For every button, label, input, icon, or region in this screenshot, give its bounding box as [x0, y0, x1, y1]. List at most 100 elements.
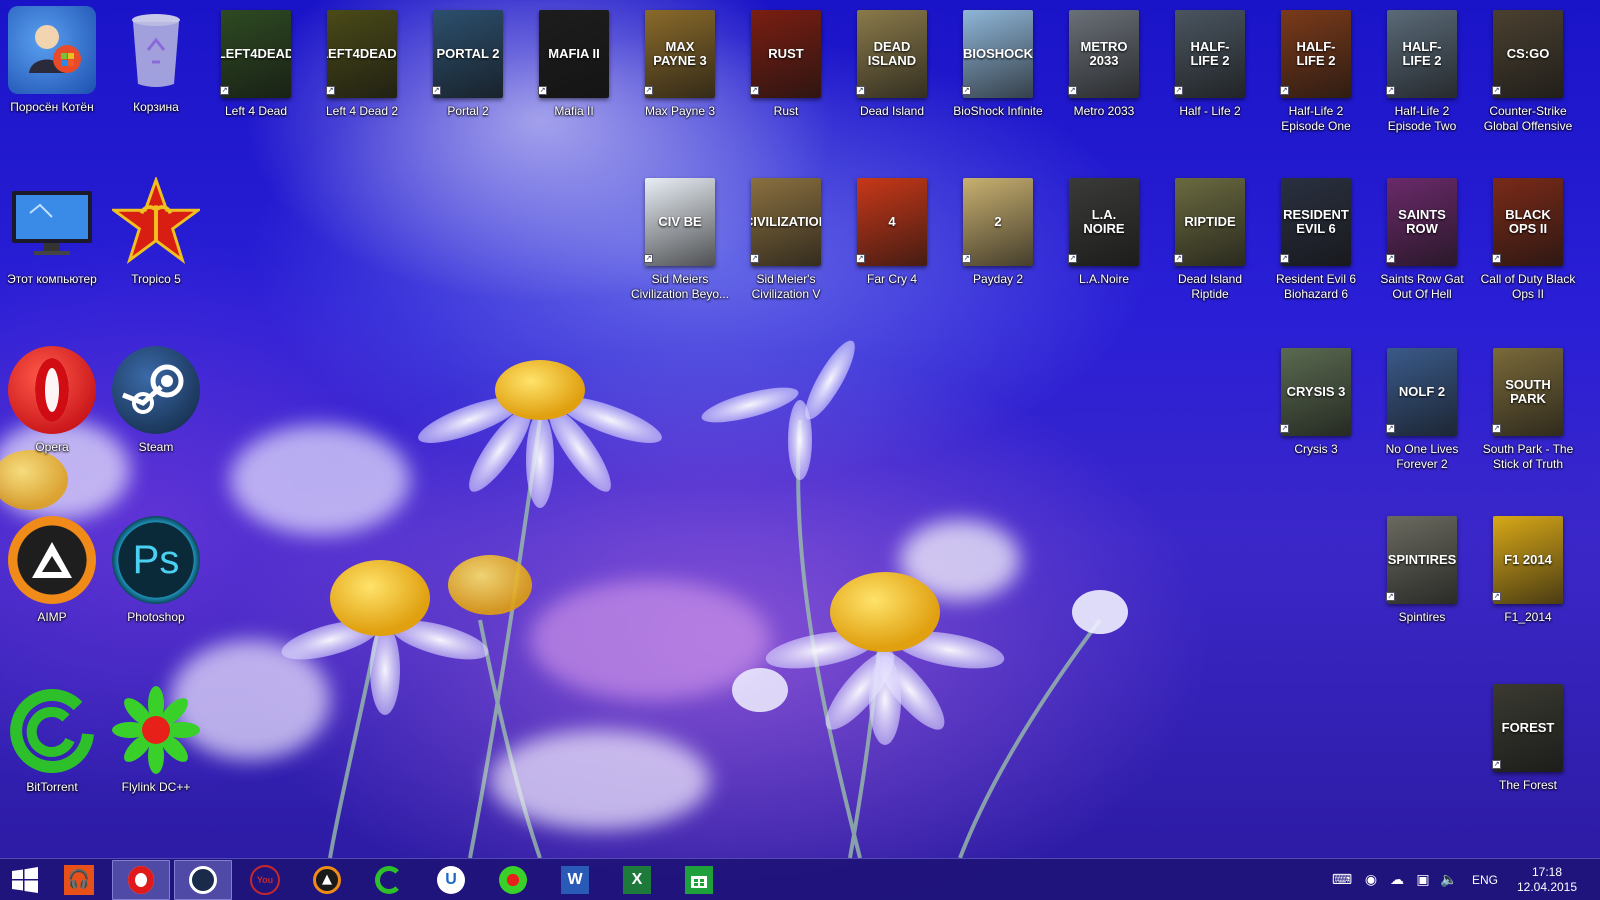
this-pc-icon[interactable]: Этот компьютер: [0, 172, 104, 287]
game-mafia-ii-icon[interactable]: MAFIA II ↗ Mafia II: [522, 0, 626, 119]
game-payday-2-icon[interactable]: 2 ↗ Payday 2: [946, 168, 1050, 287]
game-cover-image: CIVILIZATION: [751, 178, 821, 266]
game-saints-row-gat-out-of-hell-icon[interactable]: SAINTS ROW ↗ Saints Row Gat Out Of Hell: [1370, 168, 1474, 302]
taskbar-store[interactable]: [670, 860, 728, 900]
steam-icon[interactable]: Steam: [104, 340, 208, 455]
opera-label: Opera: [35, 440, 69, 454]
game-cover-image: HALF-LIFE 2: [1387, 10, 1457, 98]
bittorrent-icon[interactable]: BitTorrent: [0, 680, 104, 795]
game-label: Call of Duty Black Ops II: [1480, 272, 1576, 301]
game-label: Half-Life 2 Episode One: [1281, 104, 1351, 133]
game-cover-title: 2: [994, 214, 1002, 230]
game-label: No One Lives Forever 2: [1385, 442, 1459, 471]
game-dead-island-icon[interactable]: DEAD ISLAND ↗ Dead Island: [840, 0, 944, 119]
game-half-life-2-icon[interactable]: HALF-LIFE 2 ↗ Half - Life 2: [1158, 0, 1262, 119]
game-rust-icon[interactable]: RUST ↗ Rust: [734, 0, 838, 119]
language-indicator[interactable]: ENG: [1472, 873, 1498, 887]
game-label: Crysis 3: [1294, 442, 1338, 456]
taskbar: 🎧 You ▲ U W X ⌨ ◉ ☁ ▣ 🔈 ENG 17:18 12.04.…: [0, 858, 1600, 900]
game-cover-title: HALF-LIFE 2: [1402, 39, 1442, 68]
taskbar-bittorrent[interactable]: [360, 860, 418, 900]
game-cover-title: BLACK OPS II: [1505, 207, 1551, 236]
taskbar-excel[interactable]: X: [608, 860, 666, 900]
game-sid-meiers-civilization-beyo-icon[interactable]: CIV BE ↗ Sid Meiers Civilization Beyo...: [628, 168, 732, 302]
game-label: Portal 2: [447, 104, 489, 118]
taskbar-uplay[interactable]: U: [422, 860, 480, 900]
aimp-label: AIMP: [37, 610, 67, 624]
game-cover-image: SPINTIRES: [1387, 516, 1457, 604]
game-call-of-duty-black-ops-ii-icon[interactable]: BLACK OPS II ↗ Call of Duty Black Ops II: [1476, 168, 1580, 302]
game-half-life-2-episode-two-icon[interactable]: HALF-LIFE 2 ↗ Half-Life 2 Episode Two: [1370, 0, 1474, 134]
game-cover-image: METRO 2033: [1069, 10, 1139, 98]
game-label: Spintires: [1398, 610, 1446, 624]
game-the-forest-icon[interactable]: FOREST ↗ The Forest: [1476, 674, 1580, 793]
start-button[interactable]: [0, 859, 50, 900]
game-portal-2-icon[interactable]: PORTAL 2 ↗ Portal 2: [416, 0, 520, 119]
shortcut-arrow-icon: ↗: [1492, 424, 1501, 433]
volume-icon[interactable]: 🔈: [1437, 868, 1461, 892]
game-bioshock-infinite-icon[interactable]: BIOSHOCK ↗ BioShock Infinite: [946, 0, 1050, 119]
game-crysis-3-icon[interactable]: CRYSIS 3 ↗ Crysis 3: [1264, 338, 1368, 457]
game-f1-2014-icon[interactable]: F1 2014 ↗ F1_2014: [1476, 506, 1580, 625]
game-half-life-2-episode-one-icon[interactable]: HALF-LIFE 2 ↗ Half-Life 2 Episode One: [1264, 0, 1368, 134]
tropico-icon[interactable]: Tropico 5: [104, 172, 208, 287]
shortcut-arrow-icon: ↗: [750, 86, 759, 95]
steam-label: Steam: [138, 440, 174, 454]
opera-icon[interactable]: Opera: [0, 340, 104, 455]
game-cover-title: LEFT4DEAD2: [327, 46, 397, 62]
game-max-payne-3-icon[interactable]: MAX PAYNE 3 ↗ Max Payne 3: [628, 0, 732, 119]
game-cover-image: BIOSHOCK: [963, 10, 1033, 98]
game-left-4-dead-icon[interactable]: LEFT4DEAD ↗ Left 4 Dead: [204, 0, 308, 119]
game-dead-island-riptide-icon[interactable]: RIPTIDE ↗ Dead Island Riptide: [1158, 168, 1262, 302]
user-folder-icon[interactable]: Поросён Котён: [0, 0, 104, 115]
game-cover-title: 4: [888, 214, 896, 230]
shortcut-arrow-icon: ↗: [1492, 254, 1501, 263]
clock[interactable]: 17:18 12.04.2015: [1512, 865, 1582, 895]
taskbar-flylink[interactable]: [484, 860, 542, 900]
game-resident-evil-6-biohazard-6-icon[interactable]: RESIDENT EVIL 6 ↗ Resident Evil 6 Biohazar…: [1264, 168, 1368, 302]
game-label: Dead Island: [859, 104, 925, 118]
game-label: Half-Life 2 Episode Two: [1387, 104, 1457, 133]
clock-date: 12.04.2015: [1516, 880, 1578, 894]
game-left-4-dead-2-icon[interactable]: LEFT4DEAD2 ↗ Left 4 Dead 2: [310, 0, 414, 119]
taskbar-youtube[interactable]: You: [236, 860, 294, 900]
game-sid-meier-s-civilization-v-icon[interactable]: CIVILIZATION ↗ Sid Meier's Civilization V: [734, 168, 838, 302]
taskbar-aimp-headphones[interactable]: 🎧: [50, 860, 108, 900]
keyboard-icon[interactable]: ⌨: [1327, 868, 1357, 892]
game-cover-title: SAINTS ROW: [1398, 207, 1446, 236]
photoshop-icon[interactable]: Ps Photoshop: [104, 510, 208, 625]
game-cover-title: HALF-LIFE 2: [1190, 39, 1230, 68]
game-label: F1_2014: [1504, 610, 1552, 624]
bittorrent-image: [8, 686, 96, 774]
steam-small-icon: [189, 865, 217, 894]
game-metro-2033-icon[interactable]: METRO 2033 ↗ Metro 2033: [1052, 0, 1156, 119]
taskbar-opera[interactable]: [112, 859, 170, 900]
game-cover-title: HALF-LIFE 2: [1296, 39, 1336, 68]
shortcut-arrow-icon: ↗: [1068, 86, 1077, 95]
shortcut-arrow-icon: ↗: [856, 254, 865, 263]
game-l-a-noire-icon[interactable]: L.A. NOIRE ↗ L.A.Noire: [1052, 168, 1156, 287]
game-spintires-icon[interactable]: SPINTIRES ↗ Spintires: [1370, 506, 1474, 625]
taskbar-aimp[interactable]: ▲: [298, 860, 356, 900]
game-south-park-the-stick-of-truth-icon[interactable]: SOUTH PARK ↗ South Park - The Stick of Tru…: [1476, 338, 1580, 472]
game-label: Metro 2033: [1073, 104, 1135, 118]
this-pc-image: [8, 178, 96, 266]
shortcut-arrow-icon: ↗: [1280, 86, 1289, 95]
game-counter-strike-global-offensive-icon[interactable]: CS:GO ↗ Counter-Strike Global Offensive: [1476, 0, 1580, 134]
aimp-icon[interactable]: AIMP: [0, 510, 104, 625]
flylink-icon[interactable]: Flylink DC++: [104, 680, 208, 795]
game-far-cry-4-icon[interactable]: 4 ↗ Far Cry 4: [840, 168, 944, 287]
network-icon[interactable]: ▣: [1411, 868, 1435, 892]
cloud-icon[interactable]: ☁: [1385, 868, 1409, 892]
flylink-label: Flylink DC++: [121, 780, 191, 794]
steam-tray-icon[interactable]: ◉: [1359, 868, 1383, 892]
recycle-bin-icon[interactable]: Корзина: [104, 0, 208, 115]
taskbar-steam[interactable]: [174, 859, 232, 900]
game-cover-image: F1 2014: [1493, 516, 1563, 604]
game-cover-title: BIOSHOCK: [963, 46, 1033, 62]
desktop: Поросён Котён Корзина Этот компьютер Tro…: [0, 0, 1600, 858]
taskbar-word[interactable]: W: [546, 860, 604, 900]
game-cover-title: L.A. NOIRE: [1083, 207, 1125, 236]
game-label: Far Cry 4: [866, 272, 917, 286]
game-no-one-lives-forever-2-icon[interactable]: NOLF 2 ↗ No One Lives Forever 2: [1370, 338, 1474, 472]
